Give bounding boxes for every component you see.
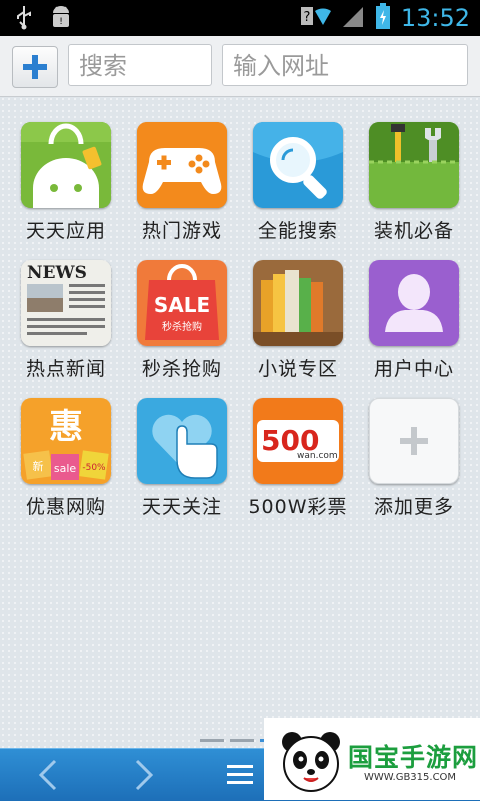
page-dot <box>200 739 224 742</box>
app-label: 500W彩票 <box>248 496 348 518</box>
app-label: 天天关注 <box>141 496 222 518</box>
toolkit-icon <box>369 122 459 208</box>
app-label: 优惠网购 <box>25 496 106 518</box>
app-tile-daily-follow[interactable]: 天天关注 <box>116 372 232 518</box>
discount-bags-icon: 惠 新 sale -50% <box>21 398 111 484</box>
lottery-500-icon: 500 wan.com <box>253 398 343 484</box>
sale-icon-text: SALE <box>154 293 210 317</box>
watermark-logo: 国宝手游网 WWW.GB315.COM <box>264 718 480 800</box>
add-more-icon <box>369 398 459 484</box>
sale-icon-subtext: 秒杀抢购 <box>162 320 202 333</box>
discount-tag-sale: sale <box>54 462 77 475</box>
url-input[interactable]: 输入网址 <box>222 44 468 86</box>
page-dot <box>230 739 254 742</box>
app-tile-essentials[interactable]: 装机必备 <box>348 96 464 242</box>
plus-icon <box>23 55 47 79</box>
gamepad-icon <box>137 122 227 208</box>
app-tile-hot-news[interactable]: NEWS 热点新闻 <box>0 234 116 380</box>
panda-icon <box>282 732 340 792</box>
app-tile-discount-shopping[interactable]: 惠 新 sale -50% 优惠网购 <box>0 372 116 518</box>
watermark-url: WWW.GB315.COM <box>364 772 457 783</box>
add-tab-button[interactable] <box>12 46 58 88</box>
sale-bag-icon: SALE 秒杀抢购 <box>137 260 227 346</box>
app-tile-all-search[interactable]: 全能搜索 <box>232 96 348 242</box>
browser-toolbar: 搜索 输入网址 <box>0 36 480 97</box>
clock-time: 13:52 <box>400 4 470 32</box>
forward-button[interactable] <box>124 759 164 791</box>
menu-button[interactable] <box>220 759 260 791</box>
back-button[interactable] <box>28 759 68 791</box>
signal-icon <box>341 3 365 33</box>
svg-text:!: ! <box>59 17 63 27</box>
discount-icon-text: 惠 <box>49 407 83 447</box>
chevron-left-icon <box>38 759 57 791</box>
android-debug-icon: ! <box>48 4 74 34</box>
app-tile-add-more[interactable]: 添加更多 <box>348 372 464 518</box>
menu-icon <box>227 765 253 784</box>
wifi-icon: ? <box>300 3 331 33</box>
watermark-text: 国宝手游网 <box>348 743 479 772</box>
magnifier-icon <box>253 122 343 208</box>
status-bar: ! ? 13:52 <box>0 0 480 36</box>
app-tile-500w-lottery[interactable]: 500 wan.com 500W彩票 <box>232 372 348 518</box>
app-tile-tiantian-apps[interactable]: 天天应用 <box>0 96 116 242</box>
newspaper-icon: NEWS <box>21 260 111 346</box>
app-tile-user-center[interactable]: 用户中心 <box>348 234 464 380</box>
discount-tag-percent: -50% <box>82 463 106 473</box>
app-tile-flash-sale[interactable]: SALE 秒杀抢购 秒杀抢购 <box>116 234 232 380</box>
shopping-bag-android-icon <box>21 122 111 208</box>
user-silhouette-icon <box>369 260 459 346</box>
chevron-right-icon <box>135 759 154 791</box>
usb-icon <box>14 4 34 34</box>
svg-text:?: ? <box>303 10 310 25</box>
app-label: 添加更多 <box>373 496 454 518</box>
discount-tag-new: 新 <box>33 459 44 473</box>
books-icon <box>253 260 343 346</box>
battery-icon <box>375 2 391 34</box>
heart-finger-icon <box>137 398 227 484</box>
lottery-icon-subtext: wan.com <box>297 451 338 461</box>
app-tile-novels[interactable]: 小说专区 <box>232 234 348 380</box>
newspaper-icon-text: NEWS <box>27 263 87 283</box>
app-tile-hot-games[interactable]: 热门游戏 <box>116 96 232 242</box>
search-input[interactable]: 搜索 <box>68 44 212 86</box>
